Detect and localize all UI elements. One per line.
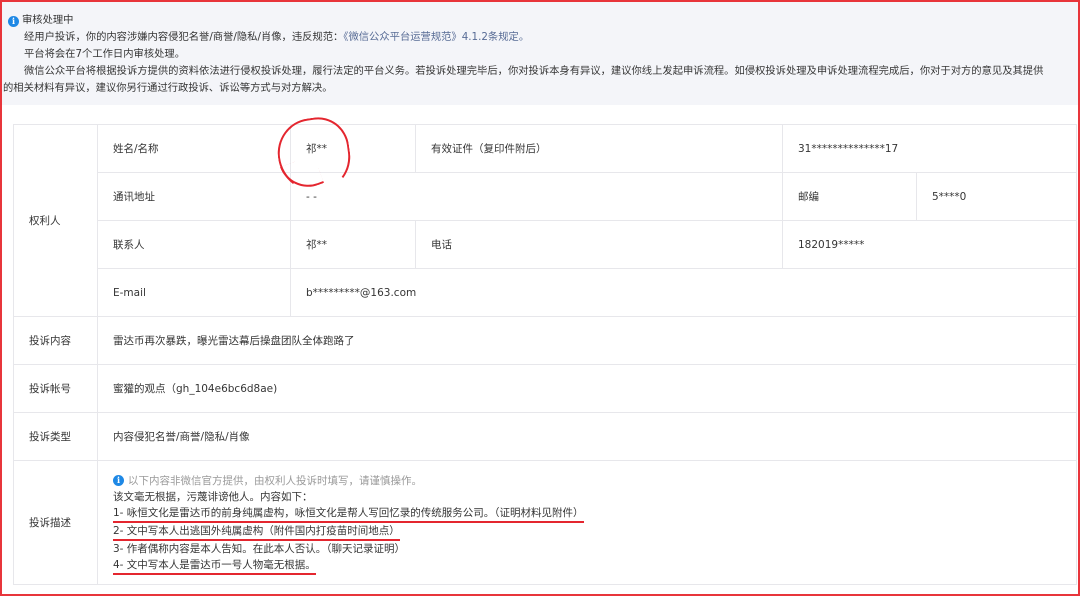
id-value: 31**************17 <box>781 124 1078 173</box>
notice-line-1-text: 经用户投诉，你的内容涉嫌内容侵犯名誉/商誉/隐私/肖像，违反规范： <box>24 31 344 43</box>
contact-label: 联系人 <box>97 220 291 269</box>
id-label: 有效证件（复印件附后） <box>415 124 783 173</box>
complaint-content-value: 雷达币再次暴跌，曝光雷达幕后操盘团队全体跑路了 <box>96 316 1078 365</box>
rights-holder-label: 权利人 <box>13 124 98 317</box>
address-label: 通讯地址 <box>97 172 291 221</box>
contact-value: 祁** <box>290 220 416 269</box>
desc-item-2: 2- 文中写本人出逃国外纯属虚构（附件国内打疫苗时间地点） <box>113 523 400 541</box>
notice-line-3: 微信公众平台将根据投诉方提供的资料依法进行侵权投诉处理，履行法定的平台义务。若投… <box>24 65 1044 77</box>
complaint-type-label: 投诉类型 <box>13 412 98 461</box>
phone-label: 电话 <box>415 220 783 269</box>
name-label: 姓名/名称 <box>97 124 291 173</box>
desc-tip-text: 以下内容非微信官方提供，由权利人投诉时填写，请谨慎操作。 <box>128 475 422 487</box>
email-label: E-mail <box>97 268 291 317</box>
notice-line-4: 的相关材料有异议，建议你另行通过行政投诉、诉讼等方式与对方解决。 <box>3 82 333 94</box>
zip-value: 5****0 <box>915 172 1078 221</box>
email-value: b*********@163.com <box>289 268 1078 317</box>
name-value: 祁** <box>290 124 416 173</box>
complaint-detail-table: 权利人 姓名/名称 祁** 有效证件（复印件附后） 31************… <box>13 124 1078 585</box>
complaint-account-value: 蜜獾的观点（gh_104e6bc6d8ae) <box>96 364 1078 413</box>
address-value: - - <box>290 172 783 221</box>
desc-intro: 该文毫无根据，污蔑诽谤他人。内容如下： <box>113 491 313 503</box>
zip-label: 邮编 <box>782 172 917 221</box>
complaint-account-label: 投诉帐号 <box>13 364 98 413</box>
review-notice: i 审核处理中 经用户投诉，你的内容涉嫌内容侵犯名誉/商誉/隐私/肖像，违反规范… <box>2 2 1078 105</box>
notice-line-2: 平台将会在7个工作日内审核处理。 <box>24 48 186 60</box>
complaint-content-label: 投诉内容 <box>13 316 98 365</box>
notice-line-1: 经用户投诉，你的内容涉嫌内容侵犯名誉/商誉/隐私/肖像，违反规范：《微信公众平台… <box>22 29 1078 46</box>
notice-title: 审核处理中 <box>22 14 74 26</box>
desc-item-4: 4- 文中写本人是雷达币一号人物毫无根据。 <box>113 557 316 575</box>
desc-item-3: 3- 作者偶称内容是本人告知。在此本人否认。（聊天记录证明） <box>113 543 406 555</box>
complaint-desc-value: i 以下内容非微信官方提供，由权利人投诉时填写，请谨慎操作。 该文毫无根据，污蔑… <box>96 460 1078 585</box>
phone-value: 182019***** <box>781 220 1078 269</box>
info-icon: i <box>113 475 124 486</box>
regulation-link[interactable]: 《微信公众平台运营规范》4.1.2条规定。 <box>343 31 529 43</box>
complaint-type-value: 内容侵犯名誉/商誉/隐私/肖像 <box>96 412 1078 461</box>
info-icon: i <box>8 16 19 27</box>
complaint-desc-label: 投诉描述 <box>13 460 98 585</box>
desc-item-1: 1- 咏恒文化是雷达币的前身纯属虚构，咏恒文化是帮人写回忆录的传统服务公司。（证… <box>113 505 584 523</box>
desc-tip: i 以下内容非微信官方提供，由权利人投诉时填写，请谨慎操作。 <box>113 473 1076 489</box>
